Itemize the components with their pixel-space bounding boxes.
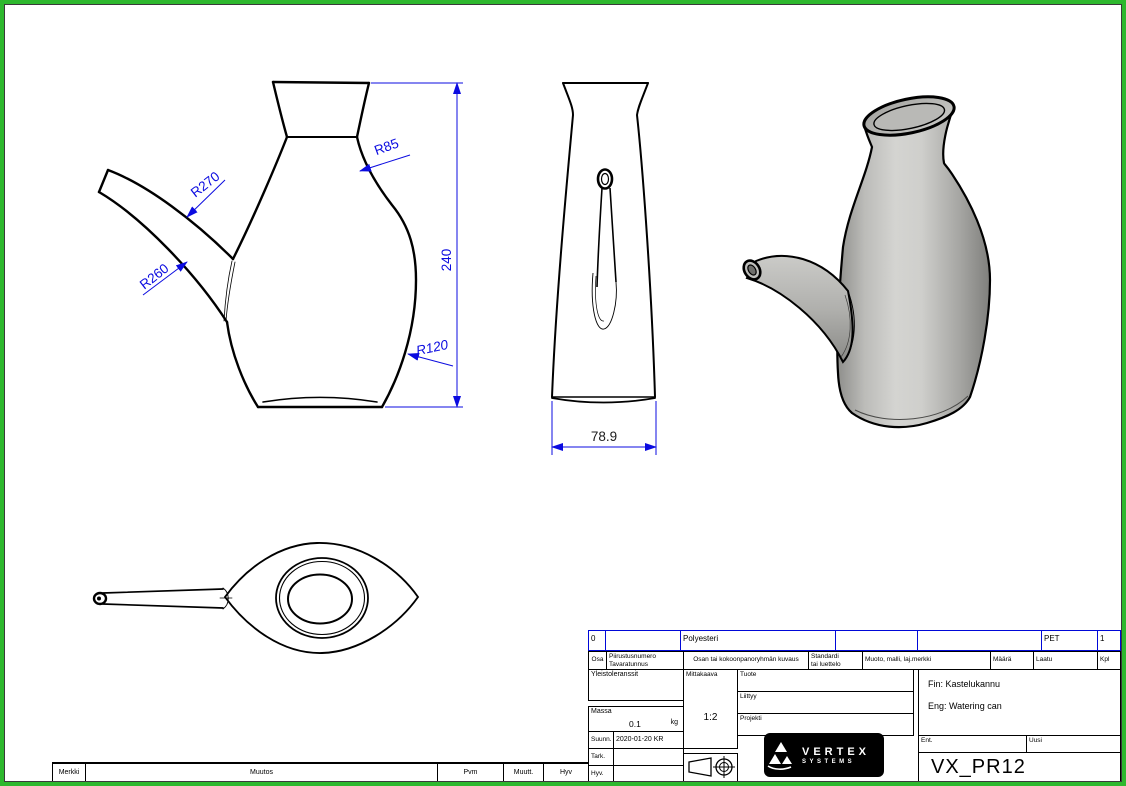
col-kpl: Kpl xyxy=(1097,651,1121,670)
parts-row-model xyxy=(917,630,1043,651)
parts-row-description: Polyesteri xyxy=(680,630,837,651)
top-view-opening xyxy=(288,575,352,624)
col-kuvaus: Osan tai kokoonpanoryhmän kuvaus xyxy=(683,651,809,670)
dim-r120-label: R120 xyxy=(415,337,450,358)
projection-symbol-box xyxy=(683,753,738,782)
uusi-box: Uusi xyxy=(1026,735,1121,753)
tark-value xyxy=(613,748,684,766)
top-view-ring-outer xyxy=(276,558,368,638)
top-view-spout xyxy=(94,588,232,609)
parts-row-number xyxy=(605,630,682,651)
tuote-box: Tuote xyxy=(737,669,914,692)
drawing-number: VX_PR12 xyxy=(931,755,1026,780)
first-angle-projection-icon xyxy=(686,755,738,781)
drawing-number-box: VX_PR12 xyxy=(918,752,1121,782)
col-laatu: Laatu xyxy=(1033,651,1098,670)
logo-line2: SYSTEMS xyxy=(802,759,870,765)
dim-width-label: 78.9 xyxy=(591,429,617,444)
dim-r270-label: R270 xyxy=(188,169,223,201)
hyv-label: Hyv. xyxy=(588,765,614,783)
massa-label: Massa xyxy=(591,708,681,717)
names-box: Fin: Kastelukannu Eng: Watering can xyxy=(918,669,1121,736)
parts-row-standard xyxy=(835,630,919,651)
front-view: 240 R85 R270 R260 R120 xyxy=(20,55,480,475)
name-fin: Fin: Kastelukannu xyxy=(928,679,1000,690)
suunn-label: Suunn. xyxy=(588,731,614,749)
top-view xyxy=(75,525,435,665)
vertex-triangles-icon xyxy=(764,737,798,773)
rev-merkki: Merkki xyxy=(52,762,86,782)
mittakaava-label: Mittakaava xyxy=(686,671,735,679)
tark-label: Tark. xyxy=(588,748,614,766)
side-view: 78.9 xyxy=(540,55,670,465)
suunn-value: 2020-01-20 KR xyxy=(613,731,684,749)
side-view-spout-section xyxy=(592,170,616,330)
front-view-spout xyxy=(99,170,235,322)
parts-row-material: PET xyxy=(1041,630,1099,651)
front-view-dimensions xyxy=(143,83,463,407)
col-standardi: Standardi xyxy=(811,653,860,661)
drawing-sheet: 240 R85 R270 R260 R120 xyxy=(0,0,1126,786)
massa-box: Massa 0.1 kg xyxy=(588,706,684,732)
hyv-value xyxy=(613,765,684,783)
side-view-outline xyxy=(552,83,655,403)
iso-spout xyxy=(740,256,854,362)
parts-row-qty: 1 xyxy=(1097,630,1121,651)
side-view-dimension xyxy=(552,401,656,455)
liittyy-box: Liittyy xyxy=(737,691,914,714)
rev-muutt: Muutt. xyxy=(503,762,544,782)
col-muoto: Muoto, malli, laj.merkki xyxy=(862,651,991,670)
ent-box: Ent. xyxy=(918,735,1027,753)
rev-pvm: Pvm xyxy=(437,762,504,782)
front-view-outline xyxy=(227,82,416,407)
yleistoleranssit-box: Yleistoleranssit xyxy=(588,669,684,701)
col-maara: Määrä xyxy=(990,651,1034,670)
rev-hyv: Hyv xyxy=(543,762,589,782)
col-osa: Osa xyxy=(588,651,607,670)
massa-unit: kg xyxy=(671,719,678,728)
iso-body xyxy=(837,102,990,427)
dim-height-label: 240 xyxy=(439,249,454,272)
massa-value: 0.1 xyxy=(629,719,641,730)
dim-r260-label: R260 xyxy=(137,261,172,293)
top-view-body xyxy=(225,543,418,653)
mittakaava-box: Mittakaava 1:2 xyxy=(683,669,738,749)
col-piirustusnumero: Piirustusnumero xyxy=(609,653,681,661)
name-eng: Eng: Watering can xyxy=(928,701,1002,712)
rev-muutos: Muutos xyxy=(85,762,438,782)
mittakaava-value: 1:2 xyxy=(684,712,737,725)
vertex-logo: VERTEX SYSTEMS xyxy=(764,733,884,777)
iso-shaded-view xyxy=(725,80,1005,440)
logo-line1: VERTEX xyxy=(802,746,870,758)
dim-r85-label: R85 xyxy=(372,135,400,158)
